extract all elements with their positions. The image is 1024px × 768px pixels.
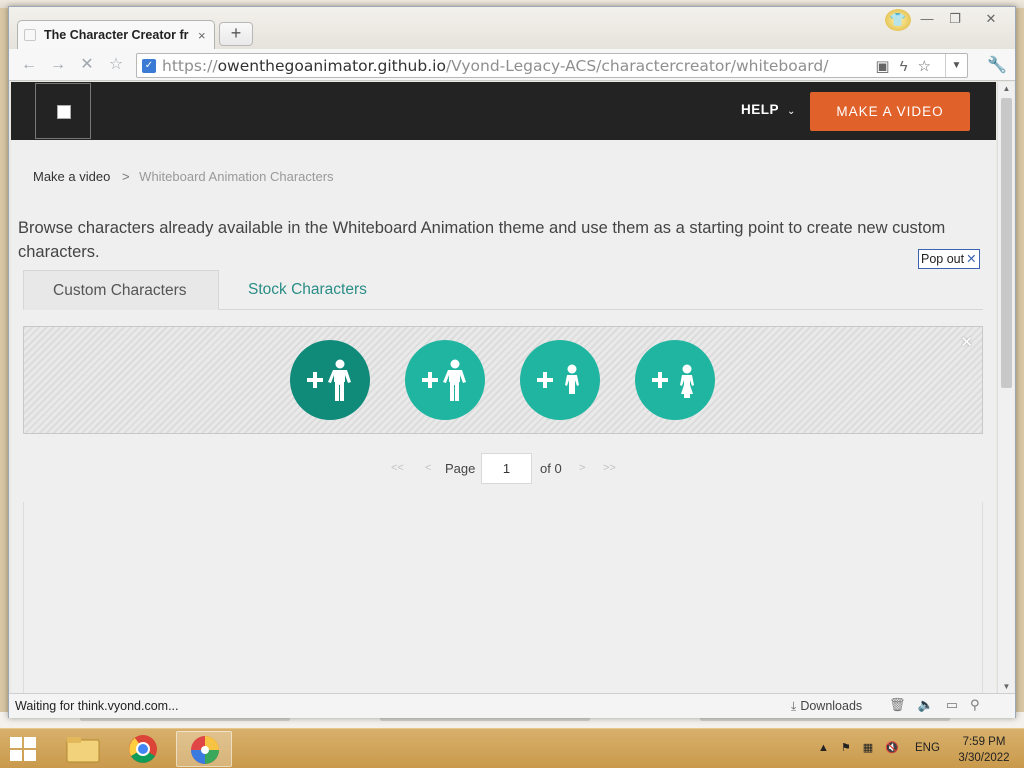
browser-toolbar: ← → ✕ ☆ ✓ https://owenthegoanimator.gith… (9, 49, 1015, 81)
volume-muted-icon[interactable]: 🔇 (885, 742, 911, 754)
help-menu[interactable]: HELP ⌄ (741, 102, 796, 117)
popup-blocked-icon[interactable]: ▣ (875, 58, 899, 75)
page-number-input[interactable]: 1 (481, 453, 532, 484)
page-viewport: HELP ⌄ MAKE A VIDEO Make a video > Whiteb… (11, 82, 996, 693)
page-label: Page (445, 461, 476, 476)
browser-status-bar: Waiting for think.vyond.com... ⤓ Download… (9, 693, 1015, 718)
chevron-down-icon: ⌄ (787, 106, 796, 117)
file-explorer-taskbar-icon[interactable] (55, 731, 111, 767)
star-icon[interactable]: ☆ (918, 58, 941, 75)
add-child-character-button-1[interactable] (520, 340, 600, 420)
theme-shirt-icon[interactable]: 👕 (885, 9, 911, 31)
add-adult-character-button-1[interactable] (290, 340, 370, 420)
clock-time: 7:59 PM (962, 736, 1006, 748)
scrollbar-thumb[interactable] (1001, 98, 1012, 388)
chrome-taskbar-icon[interactable] (115, 731, 171, 767)
status-icons: 🗑🔈▭⚲ (889, 697, 992, 713)
breadcrumb-separator: > (121, 169, 130, 184)
tab-strip: The Character Creator fr × + 👕 — ❐ ✕ (9, 7, 1015, 49)
last-page-button[interactable]: >> (603, 462, 616, 474)
trash-icon[interactable]: 🗑 (889, 697, 918, 712)
wrench-menu-icon[interactable]: 🔧 (987, 55, 1007, 75)
breadcrumb-home-link[interactable]: Make a video (33, 169, 110, 184)
downloads-button[interactable]: ⤓ Downloads (791, 699, 862, 714)
forward-arrow-icon[interactable]: → (46, 55, 70, 75)
pop-out-close-icon[interactable]: ✕ (966, 252, 976, 266)
address-bar[interactable]: ✓ https://owenthegoanimator.github.io/Vy… (136, 53, 968, 78)
tab-close-icon[interactable]: × (198, 28, 206, 43)
screen-icon[interactable]: ▭ (946, 697, 970, 712)
vertical-scrollbar[interactable]: ▲ ▼ (997, 82, 1014, 693)
scroll-up-icon[interactable]: ▲ (998, 84, 1015, 93)
tray-expand-icon[interactable]: ▲ (818, 742, 841, 754)
first-page-button[interactable]: << (391, 462, 404, 474)
new-tab-button[interactable]: + (219, 22, 253, 46)
add-adult-character-icon (307, 359, 351, 401)
site-logo[interactable] (35, 83, 91, 139)
pagination: << < Page 1 of 0 > >> (11, 453, 996, 485)
help-label: HELP (741, 102, 780, 117)
clock[interactable]: 7:59 PM 3/30/2022 (950, 734, 1018, 766)
breadcrumb-current: Whiteboard Animation Characters (139, 169, 334, 184)
network-icon[interactable]: ▦ (863, 742, 885, 754)
add-child-character-icon (652, 364, 694, 398)
add-adult-character-icon (422, 359, 466, 401)
pop-out-button[interactable]: Pop out ✕ (918, 249, 980, 269)
next-page-button[interactable]: > (579, 462, 585, 474)
tab-stock-characters[interactable]: Stock Characters (219, 270, 396, 310)
prev-page-button[interactable]: < (425, 462, 431, 474)
address-bar-icons: ▣ϟ☆ (875, 57, 941, 75)
site-header: HELP ⌄ MAKE A VIDEO (11, 82, 996, 140)
browser-window: The Character Creator fr × + 👕 — ❐ ✕ ← →… (8, 6, 1016, 718)
tab-title: The Character Creator fr (44, 28, 189, 42)
photos-taskbar-icon[interactable] (176, 731, 232, 767)
address-dropdown-icon[interactable]: ▼ (945, 54, 967, 77)
status-text: Waiting for think.vyond.com... (15, 699, 179, 713)
tab-custom-characters[interactable]: Custom Characters (23, 270, 219, 310)
page-favicon-icon (24, 29, 36, 41)
page-count-label: of 0 (540, 461, 562, 476)
browser-tab[interactable]: The Character Creator fr × (17, 20, 215, 49)
character-panel: ✕ (23, 326, 983, 434)
lightning-icon[interactable]: ϟ (900, 58, 918, 75)
security-shield-icon[interactable]: ✓ (142, 59, 156, 73)
flag-icon[interactable]: ⚑ (841, 742, 863, 754)
content-area (23, 502, 983, 693)
download-icon: ⤓ (791, 699, 797, 713)
speaker-icon[interactable]: 🔈 (918, 697, 946, 712)
close-window-button[interactable]: ✕ (977, 11, 1005, 27)
add-child-character-icon (537, 364, 579, 394)
minimize-button[interactable]: — (913, 11, 941, 26)
scroll-down-icon[interactable]: ▼ (998, 682, 1015, 691)
intro-text: Browse characters already available in t… (18, 219, 946, 261)
pop-out-label: Pop out (921, 252, 965, 266)
language-indicator[interactable]: ENG (915, 742, 940, 754)
add-adult-character-button-2[interactable] (405, 340, 485, 420)
bookmark-star-icon[interactable]: ☆ (104, 55, 128, 75)
start-windows-icon[interactable] (10, 737, 37, 761)
broken-image-icon (57, 105, 71, 119)
maximize-button[interactable]: ❐ (941, 11, 969, 27)
breadcrumb: Make a video > Whiteboard Animation Char… (33, 169, 334, 184)
panel-close-icon[interactable]: ✕ (960, 333, 973, 351)
taskbar: ▲⚑▦🔇 ENG 7:59 PM 3/30/2022 (0, 728, 1024, 768)
back-arrow-icon[interactable]: ← (17, 55, 41, 75)
system-tray: ▲⚑▦🔇 (818, 741, 911, 754)
character-tabs: Custom Characters Stock Characters (23, 270, 983, 310)
zoom-icon[interactable]: ⚲ (970, 697, 992, 712)
clock-date: 3/30/2022 (958, 752, 1010, 764)
add-child-character-button-2[interactable] (635, 340, 715, 420)
stop-loading-icon[interactable]: ✕ (75, 55, 99, 75)
make-a-video-button[interactable]: MAKE A VIDEO (810, 92, 970, 131)
url-text[interactable]: https://owenthegoanimator.github.io/Vyon… (162, 57, 828, 75)
